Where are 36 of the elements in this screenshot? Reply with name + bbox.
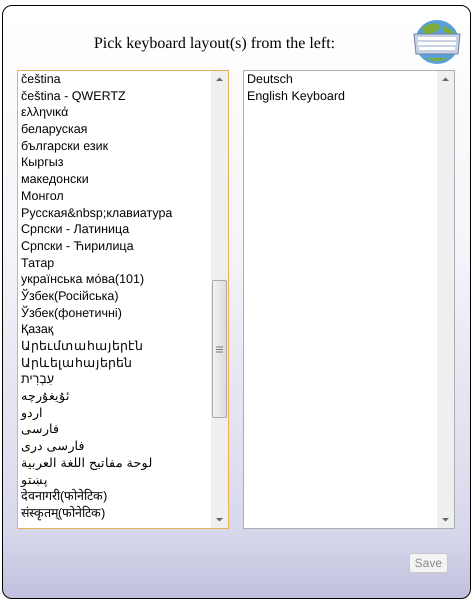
layout-item[interactable]: فارسی دری [21,438,211,455]
layout-item[interactable]: ئۇيغۇرچە [21,388,211,405]
layout-item[interactable]: देवनागरी(फोनेटिक) [21,488,211,505]
list-box[interactable] [17,70,229,529]
layout-item[interactable]: Кыргыз [21,154,211,172]
layout-item[interactable]: български език [21,138,211,154]
layout-item[interactable]: Српски - Ћирилица [21,238,211,255]
layout-item[interactable]: Արևելահայերեն [21,354,211,372]
layout-item[interactable]: لوحة مفاتيح اللغة العربية [21,454,211,472]
layout-item[interactable]: Татар [21,254,211,272]
layout-item[interactable]: македонски [21,171,211,188]
layout-item[interactable]: Монгол [21,188,211,204]
layout-item[interactable]: پښتو [21,472,211,488]
layout-item[interactable]: čeština [21,71,211,88]
layout-item[interactable]: ελληνικά [21,104,211,122]
layout-item[interactable]: संस्कृतम्(फोनेटिक) [21,504,211,522]
scrollbar[interactable] [437,71,454,528]
layout-item[interactable]: Ўзбек(фонетичні) [21,304,211,322]
layout-item[interactable]: עִבְרִית [21,371,211,388]
layout-item[interactable]: Русская&nbsp;клавиатура [21,204,211,222]
layout-item[interactable]: Қазақ [21,321,211,338]
layout-item[interactable]: Српски - Латиница [21,221,211,238]
layout-item[interactable]: čeština - QWERTZ [21,88,211,104]
layout-item[interactable]: українська мо́ва(101) [21,271,211,288]
layout-item[interactable]: Արեւմտահայերէն [21,338,211,355]
dialog-title: Pick keyboard layout(s) from the left: [92,34,336,52]
layout-item[interactable]: English Keyboard [247,88,437,104]
layout-item[interactable]: اردو [21,404,211,422]
scrollbar[interactable] [211,71,228,528]
list-box[interactable]: Deutsch English Keyboard [243,70,455,529]
scroll-thumb[interactable] [212,280,227,418]
layout-item[interactable]: Ўзбек(Російська) [21,288,211,305]
layout-item[interactable]: Deutsch [247,71,437,88]
globe-keyboard-icon [412,18,462,66]
layout-item[interactable]: беларуская [21,121,211,138]
layout-item[interactable]: فارسی [21,421,211,438]
